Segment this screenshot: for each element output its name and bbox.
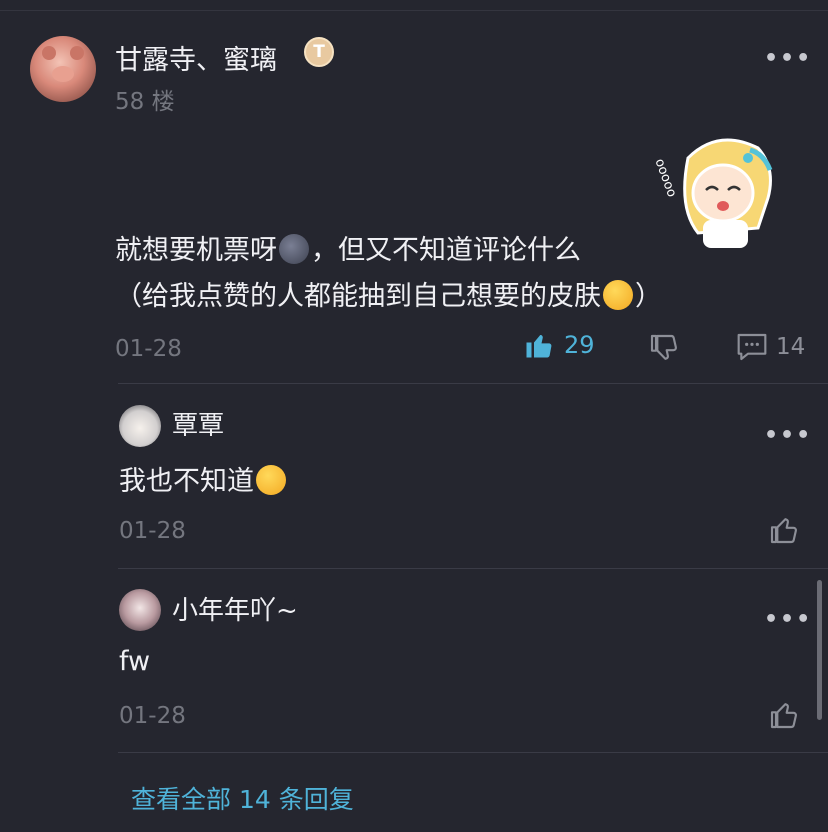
reply-avatar[interactable] [119,589,161,631]
divider [118,568,828,569]
reply-date: 01-28 [119,703,186,729]
anime-girl-sticker: ooooo [652,138,773,248]
floor-number: 58 楼 [115,89,175,115]
like-count: 29 [564,331,595,359]
scrollbar[interactable] [817,580,822,720]
smirking-face-icon [603,280,633,310]
upside-down-face-icon [256,465,286,495]
post-text-line2: （给我点赞的人都能抽到自己想要的皮肤） [115,280,662,312]
user-avatar[interactable] [30,36,96,102]
thumbs-up-icon[interactable] [768,699,800,731]
more-options-icon[interactable]: ••• [764,46,812,71]
svg-text:ooooo: ooooo [652,157,680,200]
reply-date: 01-28 [119,518,186,544]
divider [118,752,828,753]
divider [118,383,828,384]
thumbs-down-icon[interactable] [648,332,680,364]
more-options-icon[interactable]: ••• [764,607,812,632]
comment-count: 14 [776,334,806,360]
thumbs-up-icon[interactable] [768,514,800,546]
new-moon-face-icon [279,234,309,264]
comment-button[interactable]: 14 [736,332,805,362]
level-badge-icon: T [304,37,334,67]
more-options-icon[interactable]: ••• [764,423,812,448]
reply-username[interactable]: 小年年吖~ [172,590,298,627]
post-date: 01-28 [115,336,182,362]
like-button[interactable]: 29 [524,330,595,360]
thumbs-up-filled-icon [526,335,552,358]
comment-icon [737,333,767,361]
post-username[interactable]: 甘露寺、蜜璃 [115,38,277,77]
reply-avatar[interactable] [119,405,161,447]
reply-text: 我也不知道 [119,459,288,498]
top-divider [0,10,828,11]
view-all-replies-link[interactable]: 查看全部 14 条回复 [131,780,354,816]
reply-text: fw [119,646,151,677]
reply-username[interactable]: 覃覃 [172,405,224,442]
post-text-line1: 就想要机票呀 ，但又不知道评论什么 [115,234,581,266]
